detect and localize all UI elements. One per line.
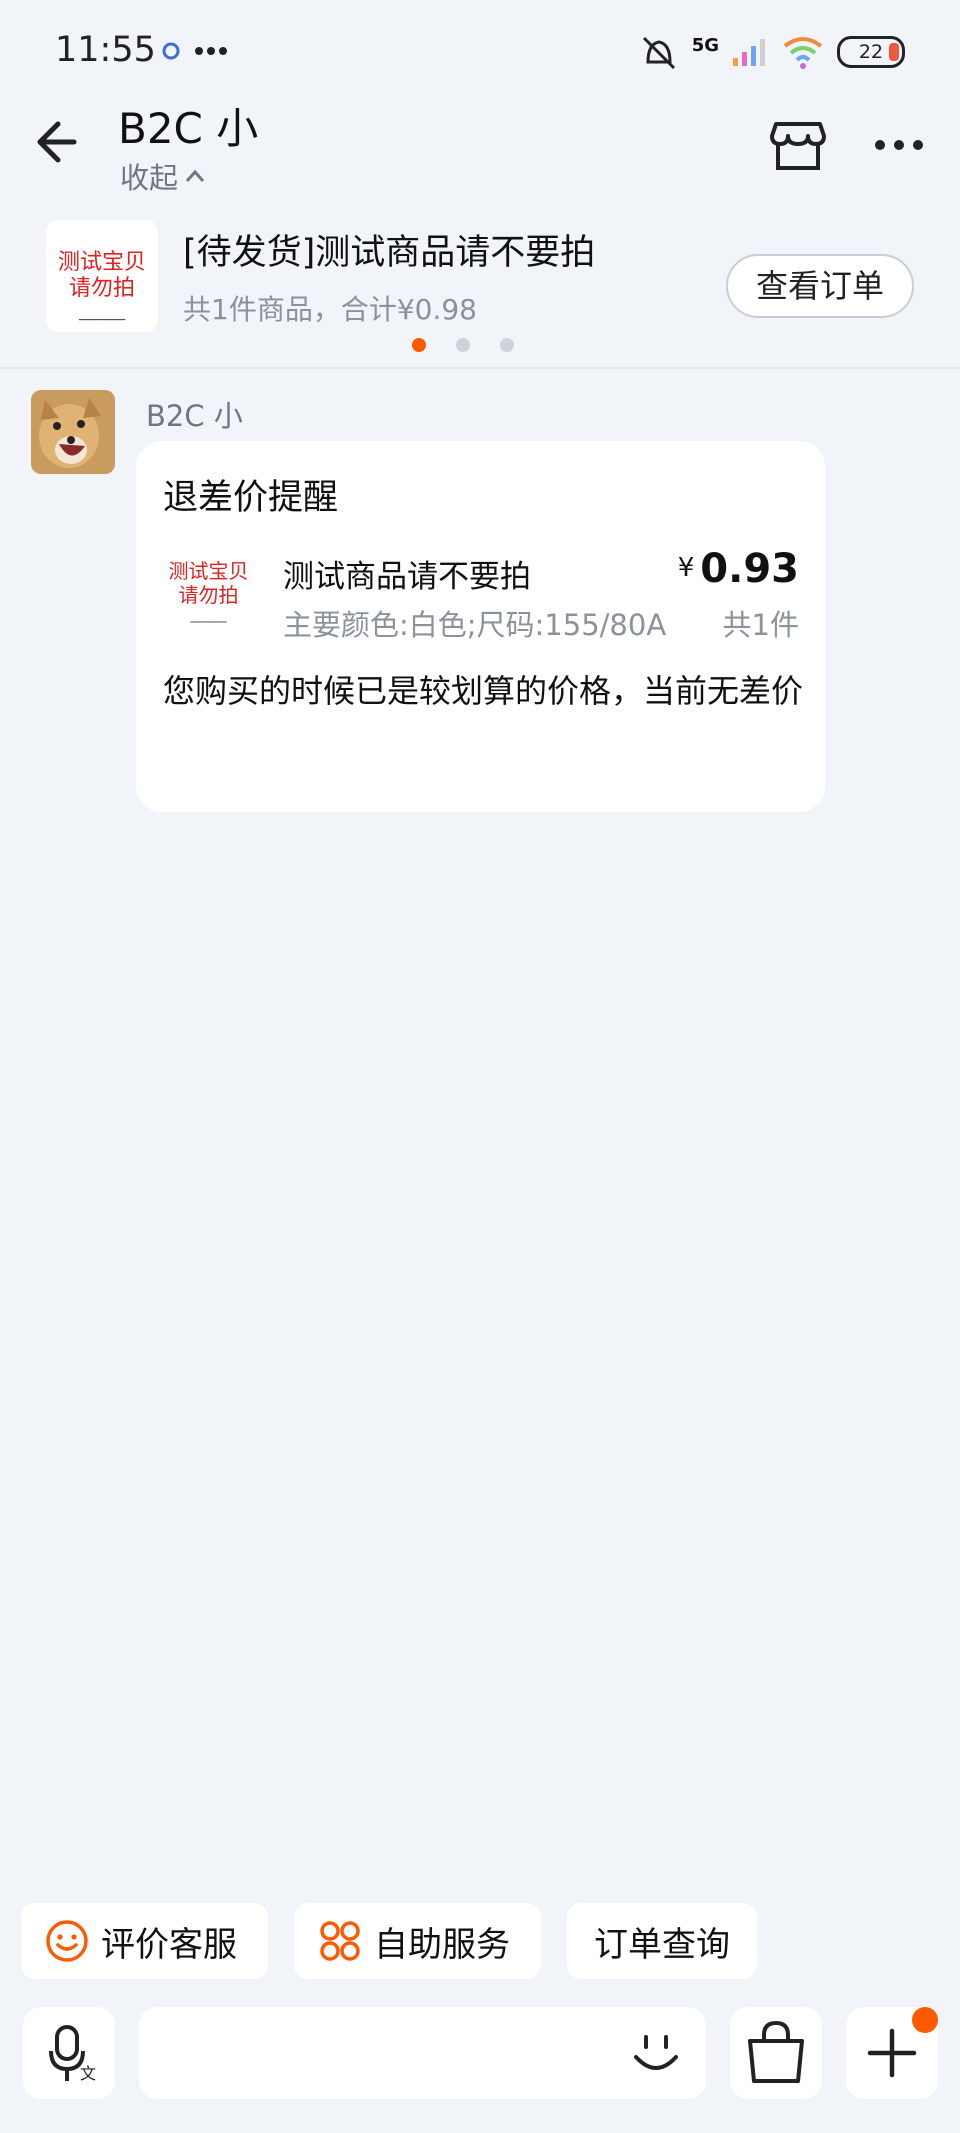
carousel-dot bbox=[456, 338, 470, 352]
carousel-dot bbox=[412, 338, 426, 352]
product-thumbnail: 测试宝贝 请勿拍 ━━━━━━━━━━ bbox=[161, 551, 256, 646]
thumb-line2: 请勿拍 bbox=[68, 276, 135, 301]
order-query-button[interactable]: 订单查询 bbox=[567, 1903, 757, 1979]
prod-thumb-fineprint: ━━━━━━━━━━ bbox=[190, 619, 227, 626]
more-status-icon bbox=[195, 47, 227, 55]
order-banner[interactable]: 测试宝贝 请勿拍 ━━━━━━━━━━━ [待发货]测试商品请不要拍 共1件商品，… bbox=[0, 212, 960, 369]
refund-reminder-card[interactable]: 退差价提醒 测试宝贝 请勿拍 ━━━━━━━━━━ 测试商品请不要拍 主要颜色:白… bbox=[136, 441, 825, 812]
sender-name: B2C 小 bbox=[146, 399, 243, 433]
self-service-button[interactable]: 自助服务 bbox=[294, 1903, 541, 1979]
avatar[interactable] bbox=[31, 390, 115, 474]
carousel-dots bbox=[412, 338, 514, 352]
back-arrow-icon[interactable] bbox=[34, 112, 94, 172]
product-name: 测试商品请不要拍 bbox=[283, 559, 531, 595]
order-title: [待发货]测试商品请不要拍 bbox=[183, 233, 596, 273]
carousel-dot bbox=[500, 338, 514, 352]
prod-thumb-line1: 测试宝贝 bbox=[168, 559, 249, 583]
view-order-button[interactable]: 查看订单 bbox=[726, 254, 914, 318]
status-time: 11:55 bbox=[55, 30, 156, 70]
mute-bell-icon bbox=[642, 36, 675, 70]
order-summary: 共1件商品，合计¥0.98 bbox=[183, 293, 477, 326]
quick-action-label: 订单查询 bbox=[594, 1924, 730, 1965]
thumb-fineprint: ━━━━━━━━━━━ bbox=[78, 316, 126, 324]
prod-thumb-line2: 请勿拍 bbox=[178, 583, 239, 607]
product-price: ¥0.93 bbox=[678, 546, 799, 592]
notification-dot bbox=[912, 2007, 938, 2033]
svg-text:文: 文 bbox=[80, 2064, 96, 2083]
smile-icon bbox=[45, 1919, 89, 1963]
card-title: 退差价提醒 bbox=[163, 478, 339, 518]
wifi-icon bbox=[783, 37, 823, 69]
grid-icon bbox=[318, 1919, 362, 1963]
chat-header: B2C 小 收起 bbox=[0, 90, 960, 200]
quick-action-label: 自助服务 bbox=[374, 1924, 510, 1965]
status-extra bbox=[160, 40, 228, 62]
shopping-bag-button[interactable] bbox=[730, 2007, 822, 2099]
battery-icon: 22 bbox=[837, 36, 905, 68]
product-spec: 主要颜色:白色;尺码:155/80A bbox=[283, 608, 667, 642]
chevron-up-icon bbox=[185, 169, 205, 182]
price-value: 0.93 bbox=[700, 546, 799, 592]
shopping-bag-icon bbox=[748, 2020, 804, 2083]
product-quantity: 共1件 bbox=[722, 608, 799, 642]
quick-action-label: 评价客服 bbox=[101, 1924, 237, 1965]
signal-icon bbox=[733, 39, 765, 66]
store-icon[interactable] bbox=[768, 118, 828, 174]
message-input[interactable] bbox=[139, 2007, 706, 2099]
status-indicators: 5G 22 bbox=[638, 32, 905, 72]
voice-input-button[interactable]: 文 bbox=[23, 2007, 115, 2099]
emoji-icon[interactable] bbox=[628, 2025, 684, 2081]
network-type: 5G bbox=[691, 34, 719, 56]
message-body: 您购买的时候已是较划算的价格，当前无差价 bbox=[163, 672, 804, 710]
chat-title: B2C 小 bbox=[118, 104, 259, 153]
microphone-icon: 文 bbox=[49, 2025, 96, 2083]
thumb-line1: 测试宝贝 bbox=[57, 250, 146, 275]
add-more-button[interactable] bbox=[846, 2007, 938, 2099]
more-options-icon[interactable] bbox=[874, 130, 924, 160]
collapse-toggle[interactable]: 收起 bbox=[120, 155, 206, 197]
rate-service-button[interactable]: 评价客服 bbox=[21, 1903, 268, 1979]
collapse-label: 收起 bbox=[120, 161, 179, 195]
dog-avatar-image bbox=[31, 390, 115, 474]
order-thumbnail: 测试宝贝 请勿拍 ━━━━━━━━━━━ bbox=[46, 220, 158, 332]
battery-level: 22 bbox=[858, 41, 884, 63]
currency-symbol: ¥ bbox=[677, 553, 695, 583]
sync-icon bbox=[162, 42, 180, 60]
